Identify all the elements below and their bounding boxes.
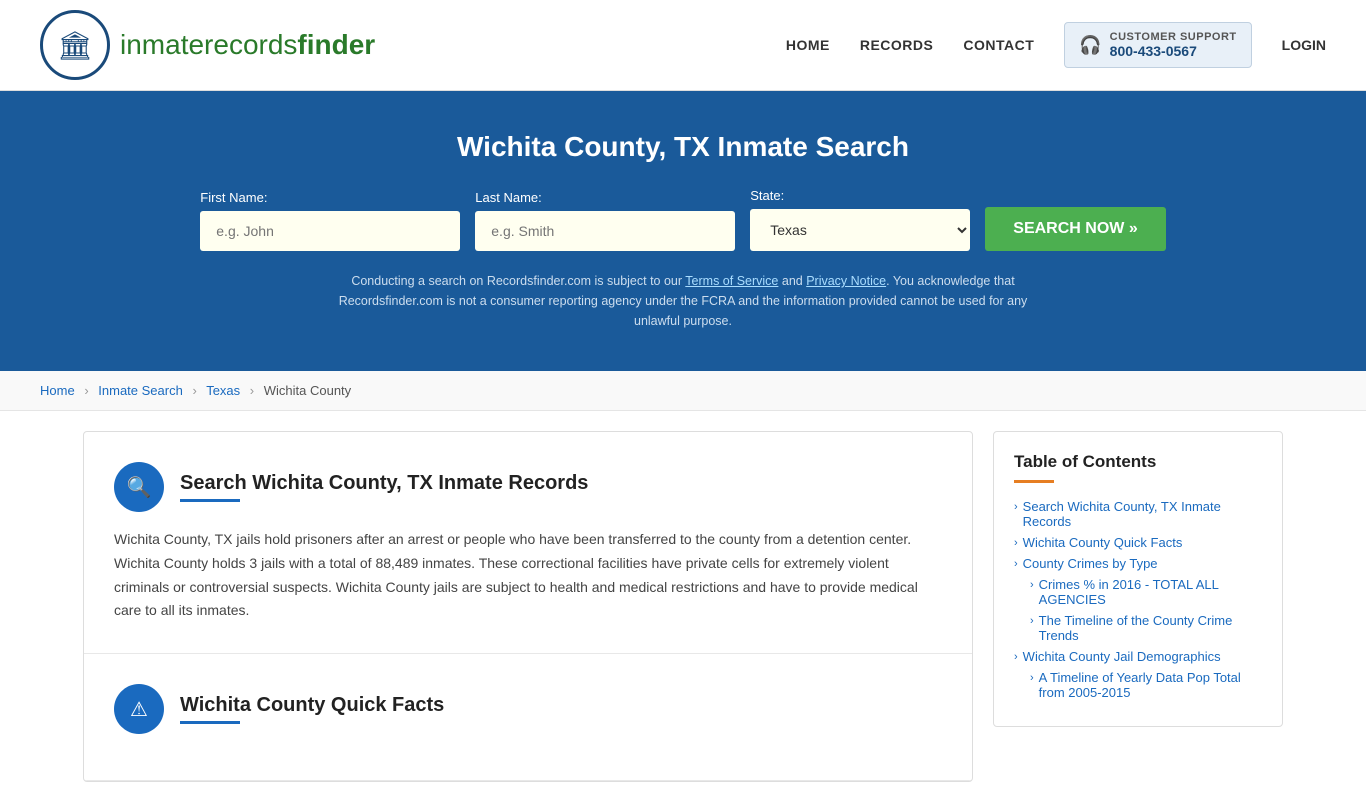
support-label: CUSTOMER SUPPORT <box>1110 31 1237 43</box>
logo-icon: 🏛 <box>57 29 93 62</box>
section-title-wrap-2: Wichita County Quick Facts <box>180 694 444 724</box>
toc-link-3[interactable]: › County Crimes by Type <box>1014 556 1262 571</box>
logo-text-regular: inmaterecords <box>120 29 297 60</box>
toc-label-4: Crimes % in 2016 - TOTAL ALL AGENCIES <box>1039 577 1262 607</box>
toc-link-4[interactable]: › Crimes % in 2016 - TOTAL ALL AGENCIES <box>1030 577 1262 607</box>
search-circle-icon: 🔍 <box>114 462 164 512</box>
toc-label-1: Search Wichita County, TX Inmate Records <box>1023 499 1262 529</box>
disclaimer-text: Conducting a search on Recordsfinder.com… <box>333 271 1033 331</box>
toc-item-3: › County Crimes by Type <box>1014 556 1262 571</box>
first-name-label: First Name: <box>200 190 267 205</box>
nav-contact[interactable]: CONTACT <box>963 37 1034 53</box>
nav-login[interactable]: LOGIN <box>1282 37 1326 53</box>
title-underline-2 <box>180 721 240 724</box>
content-area: 🔍 Search Wichita County, TX Inmate Recor… <box>83 431 973 782</box>
search-icon: 🔍 <box>127 475 152 500</box>
warning-icon: ⚠ <box>130 697 148 722</box>
first-name-input[interactable] <box>200 211 460 251</box>
hero-title: Wichita County, TX Inmate Search <box>20 131 1346 163</box>
toc-link-2[interactable]: › Wichita County Quick Facts <box>1014 535 1262 550</box>
toc-box: Table of Contents › Search Wichita Count… <box>993 431 1283 727</box>
toc-label-6: Wichita County Jail Demographics <box>1023 649 1221 664</box>
toc-link-1[interactable]: › Search Wichita County, TX Inmate Recor… <box>1014 499 1262 529</box>
nav-records[interactable]: RECORDS <box>860 37 934 53</box>
sidebar: Table of Contents › Search Wichita Count… <box>993 431 1283 782</box>
toc-item-4: › Crimes % in 2016 - TOTAL ALL AGENCIES <box>1014 577 1262 607</box>
chevron-icon-3: › <box>1014 558 1018 570</box>
inmate-records-section: 🔍 Search Wichita County, TX Inmate Recor… <box>84 432 972 654</box>
section-title-1: Search Wichita County, TX Inmate Records <box>180 472 588 495</box>
chevron-icon-7: › <box>1030 672 1034 684</box>
main-nav: HOME RECORDS CONTACT 🎧 CUSTOMER SUPPORT … <box>786 22 1326 68</box>
toc-link-7[interactable]: › A Timeline of Yearly Data Pop Total fr… <box>1030 670 1262 700</box>
toc-label-2: Wichita County Quick Facts <box>1023 535 1183 550</box>
toc-link-5[interactable]: › The Timeline of the County Crime Trend… <box>1030 613 1262 643</box>
logo-area: 🏛 inmaterecordsfinder <box>40 10 375 80</box>
headset-icon: 🎧 <box>1079 35 1101 56</box>
chevron-icon-5: › <box>1030 615 1034 627</box>
state-select[interactable]: Texas Alabama Alaska Arizona California … <box>750 209 970 251</box>
chevron-icon-2: › <box>1014 537 1018 549</box>
toc-title: Table of Contents <box>1014 452 1262 472</box>
hero-section: Wichita County, TX Inmate Search First N… <box>0 91 1366 371</box>
breadcrumb-current: Wichita County <box>264 383 351 398</box>
toc-label-5: The Timeline of the County Crime Trends <box>1039 613 1262 643</box>
section-header-1: 🔍 Search Wichita County, TX Inmate Recor… <box>114 462 942 512</box>
main-container: 🔍 Search Wichita County, TX Inmate Recor… <box>43 431 1323 782</box>
breadcrumb: Home › Inmate Search › Texas › Wichita C… <box>0 371 1366 411</box>
toc-divider <box>1014 480 1054 483</box>
breadcrumb-sep-1: › <box>84 383 88 398</box>
toc-label-3: County Crimes by Type <box>1023 556 1158 571</box>
nav-home[interactable]: HOME <box>786 37 830 53</box>
toc-item-1: › Search Wichita County, TX Inmate Recor… <box>1014 499 1262 529</box>
last-name-group: Last Name: <box>475 190 735 251</box>
site-header: 🏛 inmaterecordsfinder HOME RECORDS CONTA… <box>0 0 1366 91</box>
toc-item-6: › Wichita County Jail Demographics <box>1014 649 1262 664</box>
logo-circle: 🏛 <box>40 10 110 80</box>
support-info: CUSTOMER SUPPORT 800-433-0567 <box>1110 31 1237 59</box>
state-group: State: Texas Alabama Alaska Arizona Cali… <box>750 188 970 251</box>
toc-item-2: › Wichita County Quick Facts <box>1014 535 1262 550</box>
section-body-1: Wichita County, TX jails hold prisoners … <box>114 528 942 623</box>
state-label: State: <box>750 188 784 203</box>
section-title-2: Wichita County Quick Facts <box>180 694 444 717</box>
toc-item-5: › The Timeline of the County Crime Trend… <box>1014 613 1262 643</box>
toc-label-7: A Timeline of Yearly Data Pop Total from… <box>1039 670 1262 700</box>
tos-link[interactable]: Terms of Service <box>685 274 778 288</box>
support-number: 800-433-0567 <box>1110 43 1237 59</box>
chevron-icon-4: › <box>1030 579 1034 591</box>
search-form: First Name: Last Name: State: Texas Alab… <box>20 188 1346 251</box>
search-button[interactable]: SEARCH NOW » <box>985 207 1165 251</box>
section-title-wrap-1: Search Wichita County, TX Inmate Records <box>180 472 588 502</box>
section-header-2: ⚠ Wichita County Quick Facts <box>114 684 942 734</box>
breadcrumb-inmate-search[interactable]: Inmate Search <box>98 383 183 398</box>
logo-text: inmaterecordsfinder <box>120 29 375 61</box>
chevron-icon-6: › <box>1014 651 1018 663</box>
breadcrumb-home[interactable]: Home <box>40 383 75 398</box>
last-name-input[interactable] <box>475 211 735 251</box>
chevron-icon-1: › <box>1014 501 1018 513</box>
breadcrumb-texas[interactable]: Texas <box>206 383 240 398</box>
toc-link-6[interactable]: › Wichita County Jail Demographics <box>1014 649 1262 664</box>
warning-circle-icon: ⚠ <box>114 684 164 734</box>
breadcrumb-sep-3: › <box>250 383 254 398</box>
quick-facts-section: ⚠ Wichita County Quick Facts <box>84 654 972 781</box>
privacy-link[interactable]: Privacy Notice <box>806 274 886 288</box>
customer-support-box: 🎧 CUSTOMER SUPPORT 800-433-0567 <box>1064 22 1251 68</box>
toc-item-7: › A Timeline of Yearly Data Pop Total fr… <box>1014 670 1262 700</box>
toc-list: › Search Wichita County, TX Inmate Recor… <box>1014 499 1262 700</box>
first-name-group: First Name: <box>200 190 460 251</box>
logo-text-bold: finder <box>297 29 375 60</box>
title-underline-1 <box>180 499 240 502</box>
breadcrumb-sep-2: › <box>192 383 196 398</box>
last-name-label: Last Name: <box>475 190 541 205</box>
